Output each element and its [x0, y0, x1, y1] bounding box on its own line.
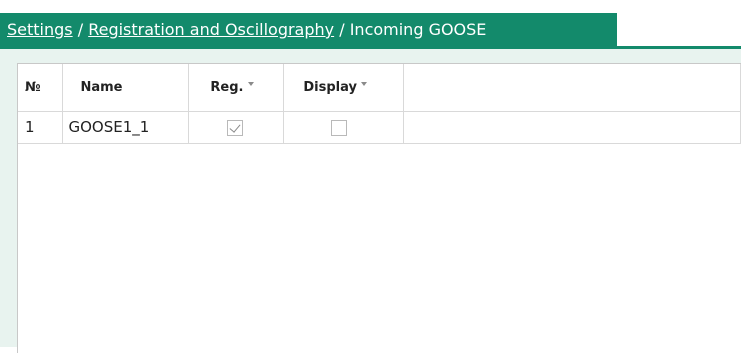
content-panel: № Name Reg. Display 1 GOOSE1_1 [0, 46, 741, 353]
column-header-empty [403, 64, 741, 112]
column-header-name-label: Name [80, 79, 123, 95]
cell-empty [403, 111, 741, 144]
breadcrumb-separator: / [339, 20, 350, 39]
cell-reg [188, 111, 285, 144]
column-header-number-label: № [25, 79, 41, 95]
breadcrumb-settings-link[interactable]: Settings [7, 20, 73, 39]
breadcrumb-current: Incoming GOOSE [349, 20, 487, 39]
goose-table: № Name Reg. Display 1 GOOSE1_1 [17, 63, 741, 353]
cell-display [283, 111, 405, 144]
cell-number: 1 [18, 111, 64, 144]
filter-dropdown-icon[interactable] [247, 82, 254, 87]
reg-checkbox[interactable] [227, 119, 244, 136]
display-checkbox[interactable] [331, 119, 348, 136]
checkmark-icon [229, 120, 241, 133]
filter-dropdown-icon[interactable] [360, 82, 367, 87]
breadcrumb-registration-link[interactable]: Registration and Oscillography [88, 20, 334, 39]
breadcrumb: Settings / Registration and Oscillograph… [0, 13, 617, 46]
column-header-name: Name [62, 64, 190, 112]
column-header-display-label: Display [303, 79, 357, 95]
breadcrumb-separator: / [77, 20, 89, 39]
column-header-number: № [18, 64, 64, 112]
table-row[interactable]: 1 GOOSE1_1 [18, 111, 741, 144]
table-header-row: № Name Reg. Display [18, 64, 741, 112]
column-header-reg[interactable]: Reg. [188, 64, 285, 112]
column-header-reg-label: Reg. [210, 79, 244, 95]
cell-name: GOOSE1_1 [62, 111, 190, 144]
column-header-display[interactable]: Display [283, 64, 405, 112]
